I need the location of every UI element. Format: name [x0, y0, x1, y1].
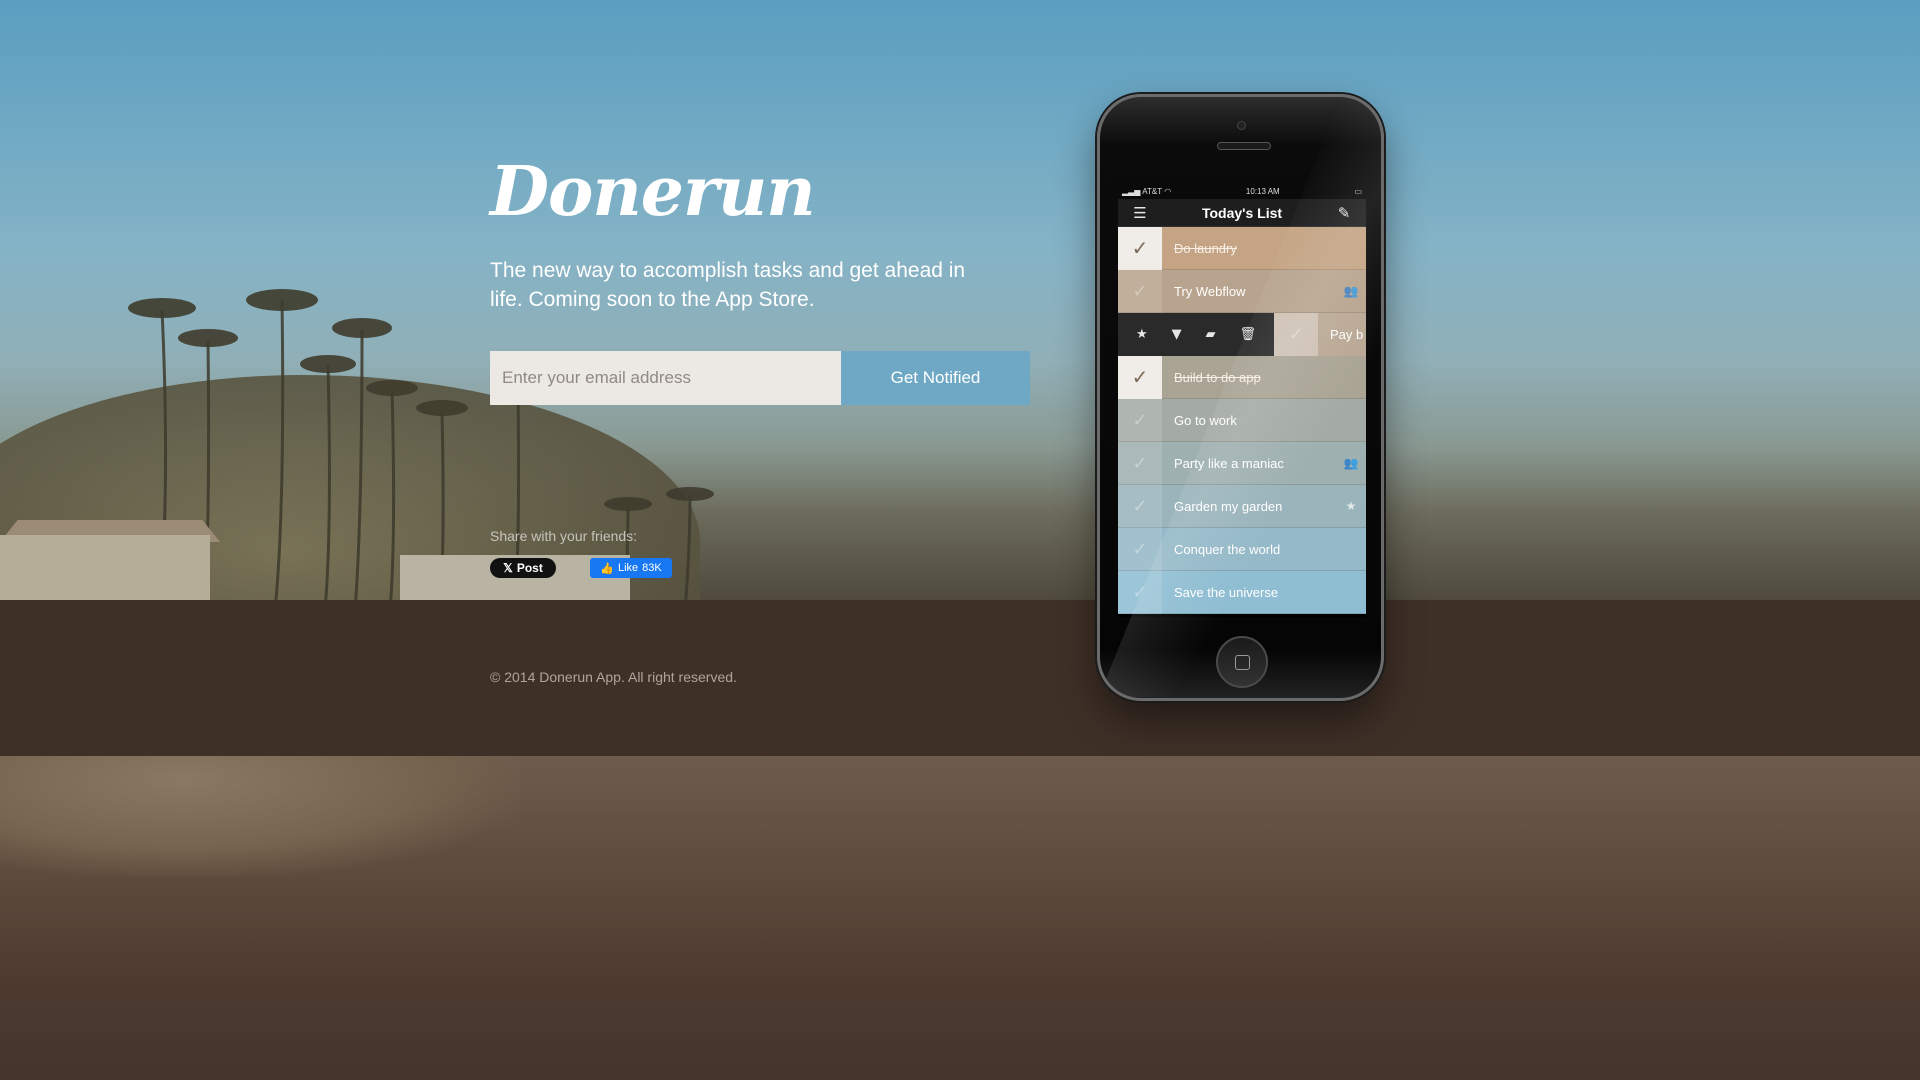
check-icon[interactable]: ✓ [1274, 313, 1318, 356]
task-label: Conquer the world [1174, 541, 1281, 557]
task-label: Party like a maniac [1174, 455, 1284, 471]
copyright: © 2014 Donerun App. All right reserved. [490, 669, 737, 685]
list-title: Today's List [1201, 204, 1283, 221]
task-label: Pay b [1330, 327, 1364, 342]
check-icon[interactable]: ✓ [1118, 398, 1162, 442]
footer-band [0, 600, 1920, 756]
carrier: AT&T [1142, 186, 1162, 196]
star-icon[interactable]: ★ [1136, 327, 1148, 342]
front-camera [1237, 121, 1246, 130]
share-label: Share with your friends: [490, 528, 638, 544]
check-icon[interactable]: ✓ [1118, 570, 1162, 614]
app-navbar: ☰ Today's List ✎ [1118, 199, 1366, 227]
task-label: Go to work [1174, 412, 1237, 428]
task-row[interactable]: ✓ Go to work [1118, 398, 1366, 442]
battery-icon: ▭ [1354, 186, 1362, 196]
thumbs-up-icon: 👍 [600, 562, 614, 575]
like-count: 83K [642, 562, 662, 574]
tagline: The new way to accomplish tasks and get … [490, 259, 966, 311]
earpiece-speaker [1217, 142, 1271, 150]
signup-form: Get Notified [490, 351, 1030, 405]
check-icon[interactable]: ✓ [1118, 269, 1162, 313]
home-button[interactable] [1216, 636, 1268, 688]
signal-icon: ▂▃▅ [1122, 186, 1141, 196]
task-label: Garden my garden [1174, 498, 1283, 514]
get-notified-button[interactable]: Get Notified [841, 351, 1030, 405]
check-icon[interactable]: ✓ [1118, 441, 1162, 485]
post-label: Post [516, 561, 543, 575]
task-row[interactable]: ✓ Try Webflow 👥 [1118, 269, 1366, 313]
task-row[interactable]: ✓ Do laundry [1118, 226, 1366, 270]
check-icon[interactable]: ✓ [1118, 355, 1162, 399]
task-row[interactable]: ✓ Build to do app [1118, 355, 1366, 399]
facebook-like-button[interactable]: 👍 Like 83K [590, 558, 672, 578]
star-icon: ★ [1345, 499, 1357, 513]
sand-dune [0, 756, 520, 876]
like-label: Like [617, 562, 639, 574]
filter-icon[interactable]: ▼ [1172, 327, 1182, 342]
sand-ground [0, 756, 1920, 1080]
check-icon[interactable]: ✓ [1118, 484, 1162, 528]
task-list-bottom: ✓ Build to do app ✓ Go to work ✓ Party like a… [1118, 355, 1366, 614]
check-icon[interactable]: ✓ [1118, 527, 1162, 571]
task-row[interactable]: ✓ Save the universe [1118, 570, 1366, 614]
task-label: Build to do app [1174, 369, 1261, 385]
email-field[interactable] [490, 351, 841, 405]
logo: Donerun [490, 152, 816, 232]
edit-pencil-icon[interactable]: ✎ [1322, 199, 1366, 227]
task-label: Do laundry [1174, 240, 1237, 256]
x-post-button[interactable]: 𝕏 Post [490, 558, 556, 578]
swiped-task[interactable]: ✓ Pay b [1274, 313, 1366, 356]
check-icon[interactable]: ✓ [1118, 226, 1162, 270]
group-icon: 👥 [1343, 284, 1359, 298]
swipe-action-row: ★ ▼ ▰ 🗑 ✓ Pay b [1118, 313, 1366, 356]
status-bar: ▂▃▅ AT&T ◠ 10:13 AM ▭ [1118, 183, 1366, 199]
trash-icon[interactable]: 🗑 [1239, 327, 1256, 342]
task-label: Save the universe [1174, 584, 1279, 600]
task-list-top: ✓ Do laundry ✓ Try Webflow 👥 [1118, 226, 1366, 313]
menu-icon[interactable]: ☰ [1118, 199, 1162, 227]
swipe-actions: ★ ▼ ▰ 🗑 [1118, 313, 1274, 356]
x-logo-icon: 𝕏 [503, 561, 513, 575]
group-icon: 👥 [1343, 456, 1359, 470]
phone-screen: ▂▃▅ AT&T ◠ 10:13 AM ▭ ☰ Today's List ✎ ✓… [1118, 183, 1366, 617]
folder-icon[interactable]: ▰ [1206, 327, 1216, 342]
home-square-icon [1234, 654, 1250, 670]
clock: 10:13 AM [1245, 186, 1280, 196]
phone-mockup: ▂▃▅ AT&T ◠ 10:13 AM ▭ ☰ Today's List ✎ ✓… [1097, 94, 1384, 701]
house [0, 535, 210, 600]
task-row[interactable]: ✓ Garden my garden ★ [1118, 484, 1366, 528]
task-label: Try Webflow [1174, 283, 1246, 299]
task-row[interactable]: ✓ Conquer the world [1118, 527, 1366, 571]
wifi-icon: ◠ [1164, 186, 1172, 196]
task-row[interactable]: ✓ Party like a maniac 👥 [1118, 441, 1366, 485]
